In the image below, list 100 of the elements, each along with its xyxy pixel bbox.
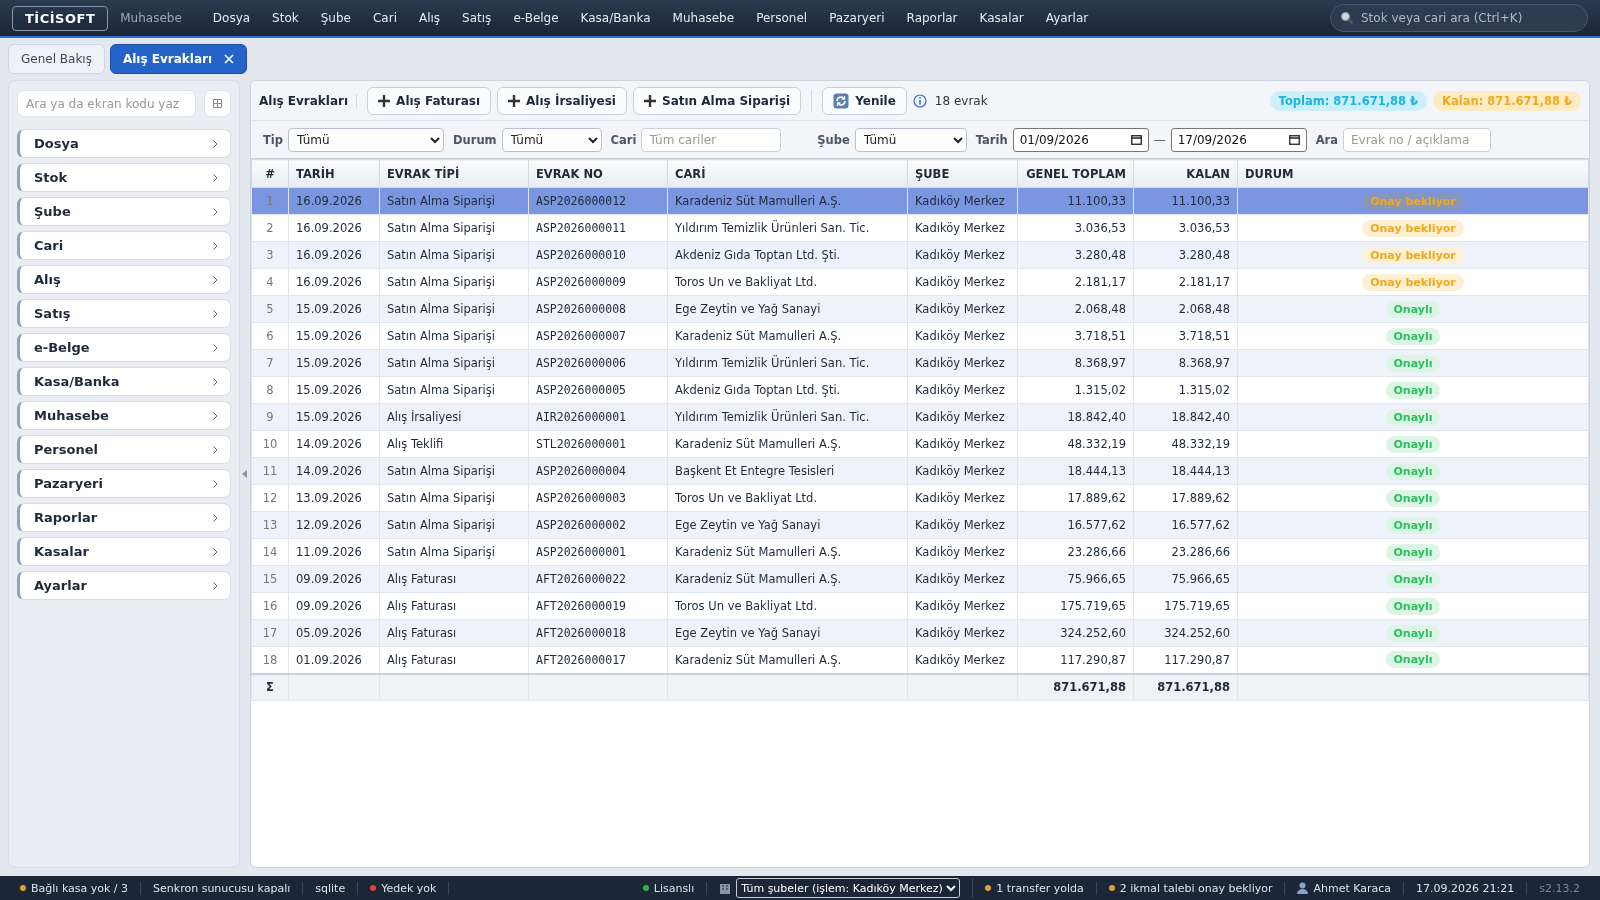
refresh-button[interactable]: Yenile: [822, 86, 907, 115]
menu-item[interactable]: Dosya: [201, 11, 262, 25]
sidebar-item[interactable]: Raporlar: [17, 503, 231, 532]
add-button[interactable]: Alış İrsaliyesi: [497, 86, 627, 115]
table-row[interactable]: 8 15.09.2026 Satın Alma Siparişi ASP2026000005 Akdeniz Gıda Toptan Ltd. Şti. Kadıköy Merkez 1.315,02 1.315,02 Onaylı: [251, 376, 1589, 404]
table-cell: Satın Alma Siparişi: [379, 349, 529, 377]
column-header[interactable]: TARİH: [288, 159, 380, 188]
table-row[interactable]: 14 11.09.2026 Satın Alma Siparişi ASP2026000001 Karadeniz Süt Mamulleri A.Ş. Kadıköy Merkez 23.286,66 23.286,66 Onaylı: [251, 538, 1589, 566]
column-header[interactable]: DURUM: [1237, 159, 1589, 188]
menu-item[interactable]: Alış: [407, 11, 452, 25]
table-row[interactable]: 10 14.09.2026 Alış Teklifi STL2026000001 Karadeniz Süt Mamulleri A.Ş. Kadıköy Merkez 48.332,19 48.332,19 Onaylı: [251, 430, 1589, 458]
sidebar-item[interactable]: Pazaryeri: [17, 469, 231, 498]
table-row[interactable]: 16 09.09.2026 Alış Faturası AFT2026000019 Toros Un ve Bakliyat Ltd. Kadıköy Merkez 175.719,65 175.719,65 Onaylı: [251, 592, 1589, 620]
sidebar-item[interactable]: Alış: [17, 265, 231, 294]
table-row[interactable]: 11 14.09.2026 Satın Alma Siparişi ASP2026000004 Başkent Et Entegre Tesisleri Kadıköy Merkez 18.444,13 18.444,13 Onaylı: [251, 457, 1589, 485]
table-row[interactable]: 13 12.09.2026 Satın Alma Siparişi ASP2026000002 Ege Zeytin ve Yağ Sanayi Kadıköy Merkez 16.577,62 16.577,62 Onaylı: [251, 511, 1589, 539]
table-row[interactable]: 17 05.09.2026 Alış Faturası AFT2026000018 Ege Zeytin ve Yağ Sanayi Kadıköy Merkez 324.252,60 324.252,60 Onaylı: [251, 619, 1589, 647]
menu-item[interactable]: Raporlar: [895, 11, 969, 25]
table-cell: 11.100,33: [1133, 187, 1238, 215]
filter-dropdown[interactable]: Tümü: [288, 127, 445, 152]
filter-label: Durum: [453, 132, 497, 147]
table-cell: Kadıköy Merkez: [907, 592, 1018, 620]
table-cell: Alış Faturası: [379, 592, 529, 620]
table-row[interactable]: 9 15.09.2026 Alış İrsaliyesi AIR2026000001 Yıldırım Temizlik Ürünleri San. Tic. Kadıköy Merkez 18.842,40 18.842,40 Onaylı: [251, 403, 1589, 431]
column-header[interactable]: #: [251, 159, 289, 188]
menu-item[interactable]: Satış: [451, 11, 503, 25]
menu-item[interactable]: Kasalar: [968, 11, 1035, 25]
table-cell: 2.181,17: [1017, 268, 1134, 296]
table-cell: 2: [251, 214, 289, 242]
table-cell: Kadıköy Merkez: [907, 349, 1018, 377]
tab[interactable]: Genel Bakış: [8, 44, 105, 74]
column-header[interactable]: ŞUBE: [907, 159, 1018, 188]
table-row[interactable]: 1 16.09.2026 Satın Alma Siparişi ASP2026000012 Karadeniz Süt Mamulleri A.Ş. Kadıköy Merkez 11.100,33 11.100,33 Onay bekliyor: [251, 187, 1589, 215]
menu-item[interactable]: Pazaryeri: [818, 11, 896, 25]
column-header[interactable]: EVRAK TİPİ: [379, 159, 529, 188]
sidebar-item[interactable]: Stok: [17, 163, 231, 192]
table-row[interactable]: 6 15.09.2026 Satın Alma Siparişi ASP2026000007 Karadeniz Süt Mamulleri A.Ş. Kadıköy Merkez 3.718,51 3.718,51 Onaylı: [251, 322, 1589, 350]
branch-dropdown[interactable]: Tüm şubeler (işlem: Kadıköy Merkez): [736, 878, 961, 898]
status-badge: Onaylı: [1385, 435, 1441, 453]
table-row[interactable]: 7 15.09.2026 Satın Alma Siparişi ASP2026000006 Yıldırım Temizlik Ürünleri San. Tic. Kadıköy Merkez 8.368,97 8.368,97 Onaylı: [251, 349, 1589, 377]
filter-dropdown[interactable]: Tümü: [501, 127, 602, 152]
table-cell: 16.577,62: [1017, 511, 1134, 539]
menu-item[interactable]: Şube: [309, 11, 362, 25]
search-field[interactable]: Stok veya cari ara (Ctrl+K): [1330, 4, 1588, 32]
sidebar-item[interactable]: e-Belge: [17, 333, 231, 362]
sidebar-item[interactable]: Ayarlar: [17, 571, 231, 600]
table-row[interactable]: 12 13.09.2026 Satın Alma Siparişi ASP2026000003 Toros Un ve Bakliyat Ltd. Kadıköy Merkez 17.889,62 17.889,62 Onaylı: [251, 484, 1589, 512]
table-cell: 3.280,48: [1017, 241, 1134, 269]
table-cell: Karadeniz Süt Mamulleri A.Ş.: [667, 430, 908, 458]
sidebar-item[interactable]: Personel: [17, 435, 231, 464]
table-cell: 15.09.2026: [288, 349, 380, 377]
filter-field[interactable]: Evrak no / açıklama: [1343, 127, 1491, 152]
menu-item[interactable]: Muhasebe: [661, 11, 746, 25]
table-row[interactable]: 2 16.09.2026 Satın Alma Siparişi ASP2026000011 Yıldırım Temizlik Ürünleri San. Tic. Kadıköy Merkez 3.036,53 3.036,53 Onay bekliyor: [251, 214, 1589, 242]
user-name[interactable]: Ahmet Karaca: [1313, 881, 1392, 895]
menu-item[interactable]: Personel: [745, 11, 819, 25]
table-cell: Satın Alma Siparişi: [379, 268, 529, 296]
table-row[interactable]: 4 16.09.2026 Satın Alma Siparişi ASP2026000009 Toros Un ve Bakliyat Ltd. Kadıköy Merkez 2.181,17 2.181,17 Onay bekliyor: [251, 268, 1589, 296]
remaining-badge: Kalan: 871.671,88 ₺: [1433, 90, 1581, 111]
table-cell: Karadeniz Süt Mamulleri A.Ş.: [667, 187, 908, 215]
column-header[interactable]: EVRAK NO: [528, 159, 668, 188]
menu-item[interactable]: Cari: [361, 11, 408, 25]
filter-dropdown[interactable]: Tümü: [854, 127, 967, 152]
table-cell: 9: [251, 403, 289, 431]
sidebar-item[interactable]: Cari: [17, 231, 231, 260]
building-icon: [719, 882, 732, 894]
sidebar-item[interactable]: Şube: [17, 197, 231, 226]
add-button[interactable]: Alış Faturası: [367, 86, 492, 115]
sum-symbol: Σ: [251, 673, 289, 701]
sidebar-item[interactable]: Kasalar: [17, 537, 231, 566]
column-header[interactable]: KALAN: [1133, 159, 1238, 188]
menu-item[interactable]: Kasa/Banka: [569, 11, 662, 25]
menu-item[interactable]: e-Belge: [502, 11, 570, 25]
filter-label: Tip: [263, 132, 284, 147]
sidebar-item[interactable]: Dosya: [17, 129, 231, 158]
status-badge: Onaylı: [1385, 408, 1441, 426]
column-header[interactable]: CARİ: [667, 159, 908, 188]
table-row[interactable]: 5 15.09.2026 Satın Alma Siparişi ASP2026000008 Ege Zeytin ve Yağ Sanayi Kadıköy Merkez 2.068,48 2.068,48 Onaylı: [251, 295, 1589, 323]
menu-item[interactable]: Ayarlar: [1034, 11, 1100, 25]
table-cell: 1: [251, 187, 289, 215]
tab[interactable]: Alış Evrakları: [109, 44, 248, 74]
column-header[interactable]: GENEL TOPLAM: [1017, 159, 1134, 188]
table-cell: Akdeniz Gıda Toptan Ltd. Şti.: [667, 376, 908, 404]
sidebar-item[interactable]: Muhasebe: [17, 401, 231, 430]
table-cell: 16.09.2026: [288, 268, 380, 296]
sidebar-item[interactable]: Kasa/Banka: [17, 367, 231, 396]
table-cell: 15.09.2026: [288, 322, 380, 350]
table-row[interactable]: 3 16.09.2026 Satın Alma Siparişi ASP2026000010 Akdeniz Gıda Toptan Ltd. Şti. Kadıköy Merkez 3.280,48 3.280,48 Onay bekliyor: [251, 241, 1589, 269]
date-field[interactable]: 01/09/2026: [1012, 127, 1149, 152]
filter-label: Cari: [610, 132, 637, 147]
sidebar-item[interactable]: Satış: [17, 299, 231, 328]
grid-button[interactable]: [204, 90, 231, 117]
table-row[interactable]: 15 09.09.2026 Alış Faturası AFT2026000022 Karadeniz Süt Mamulleri A.Ş. Kadıköy Merkez 75.966,65 75.966,65 Onaylı: [251, 565, 1589, 593]
add-button[interactable]: Satın Alma Siparişi: [633, 86, 802, 115]
date-field[interactable]: 17/09/2026: [1170, 127, 1307, 152]
table-cell: Kadıköy Merkez: [907, 457, 1018, 485]
filter-field[interactable]: Tüm cariler: [641, 127, 782, 152]
status-badge: Onaylı: [1385, 300, 1441, 318]
menu-item[interactable]: Stok: [261, 11, 310, 25]
table-cell: Kadıköy Merkez: [907, 376, 1018, 404]
